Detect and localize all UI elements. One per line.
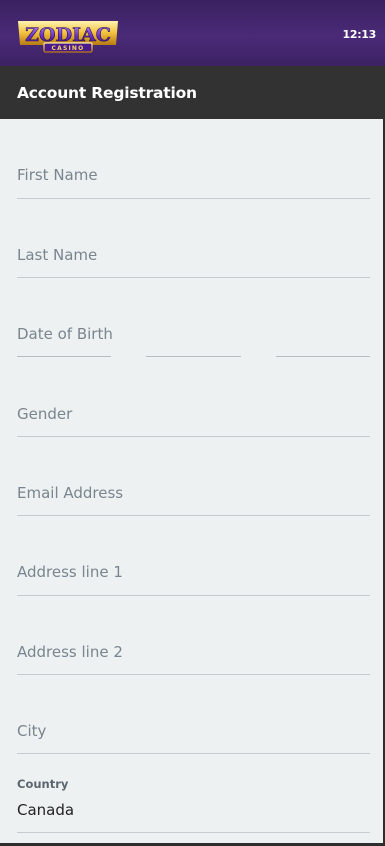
address-line-2-field[interactable]: Address line 2 (17, 643, 370, 676)
date-of-birth-field[interactable]: Date of Birth (17, 325, 370, 359)
email-field[interactable]: Email Address (17, 484, 370, 517)
status-time: 12:13 (342, 28, 376, 41)
address-line-1-underline (17, 595, 370, 596)
logo-subtext: CASINO (52, 45, 85, 52)
page-title: Account Registration (17, 84, 197, 102)
address-line-2-underline (17, 674, 370, 675)
app-header: ZODIAC CASINO 12:13 (0, 0, 385, 66)
dob-year-underline[interactable] (276, 356, 370, 357)
country-underline (17, 832, 370, 833)
date-of-birth-placeholder: Date of Birth (17, 325, 113, 343)
gender-underline (17, 436, 370, 437)
address-line-2-placeholder: Address line 2 (17, 643, 123, 661)
last-name-field[interactable]: Last Name (17, 246, 370, 279)
last-name-underline (17, 277, 370, 278)
email-underline (17, 515, 370, 516)
last-name-placeholder: Last Name (17, 246, 98, 264)
first-name-placeholder: First Name (17, 166, 98, 184)
registration-form: First Name Last Name Date of Birth Gende… (0, 119, 385, 846)
address-line-1-field[interactable]: Address line 1 (17, 563, 370, 597)
dob-day-underline[interactable] (17, 356, 111, 357)
city-placeholder: City (17, 722, 47, 740)
country-underline-line (17, 832, 370, 833)
email-placeholder: Email Address (17, 484, 124, 502)
country-select[interactable]: Canada (17, 801, 74, 819)
address-line-1-placeholder: Address line 1 (17, 563, 123, 581)
first-name-underline (17, 198, 370, 199)
first-name-field[interactable]: First Name (17, 166, 370, 200)
country-label: Country (17, 777, 69, 791)
zodiac-casino-logo[interactable]: ZODIAC CASINO (16, 15, 120, 53)
gender-placeholder: Gender (17, 405, 73, 423)
gender-field[interactable]: Gender (17, 405, 370, 438)
title-bar: Account Registration (0, 66, 385, 119)
city-underline (17, 753, 370, 754)
city-field[interactable]: City (17, 722, 370, 755)
dob-month-underline[interactable] (146, 356, 241, 357)
